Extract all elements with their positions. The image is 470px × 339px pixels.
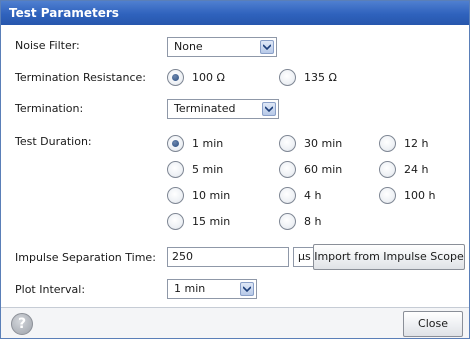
radio-circle[interactable] [167, 212, 184, 230]
radio-duration-label: 10 min [192, 188, 231, 202]
radio-duration-10-min[interactable]: 10 min [167, 185, 230, 205]
radio-135-ohm[interactable]: 135 Ω [279, 67, 337, 87]
close-button[interactable]: Close [403, 311, 463, 337]
chevron-down-icon[interactable] [260, 40, 274, 54]
termination-select[interactable]: Terminated [167, 99, 279, 119]
dialog-footer [1, 307, 469, 338]
radio-circle-selected[interactable] [167, 68, 184, 86]
radio-duration-60-min[interactable]: 60 min [279, 159, 342, 179]
radio-duration-4-h[interactable]: 4 h [279, 185, 321, 205]
test-duration-label: Test Duration: [15, 135, 92, 148]
radio-circle[interactable] [279, 212, 296, 230]
impulse-unit-value: μs [298, 250, 311, 263]
radio-duration-15-min[interactable]: 15 min [167, 211, 230, 231]
radio-100-ohm[interactable]: 100 Ω [167, 67, 225, 87]
radio-circle[interactable] [279, 134, 296, 152]
noise-filter-select[interactable]: None [167, 37, 277, 57]
noise-filter-value: None [174, 40, 203, 53]
radio-circle[interactable] [379, 186, 396, 204]
help-icon[interactable]: ? [11, 313, 33, 335]
radio-duration-30-min[interactable]: 30 min [279, 133, 342, 153]
radio-duration-label: 24 h [404, 162, 429, 176]
radio-duration-label: 5 min [192, 162, 224, 176]
radio-duration-1-min[interactable]: 1 min [167, 133, 223, 153]
radio-duration-label: 30 min [304, 136, 343, 150]
radio-duration-12-h[interactable]: 12 h [379, 133, 428, 153]
radio-duration-label: 100 h [404, 188, 436, 202]
dialog-title: Test Parameters [1, 1, 469, 25]
noise-filter-label: Noise Filter: [15, 39, 80, 52]
radio-circle[interactable] [379, 134, 396, 152]
radio-circle[interactable] [379, 160, 396, 178]
plot-interval-value: 1 min [174, 282, 206, 295]
impulse-separation-input[interactable]: 250 [167, 247, 289, 267]
chevron-down-icon[interactable] [240, 282, 254, 296]
termination-value: Terminated [174, 102, 236, 115]
test-parameters-dialog: Test Parameters Noise Filter: None Termi… [0, 0, 470, 339]
radio-duration-24-h[interactable]: 24 h [379, 159, 428, 179]
termination-resistance-label: Termination Resistance: [15, 71, 146, 84]
radio-duration-100-h[interactable]: 100 h [379, 185, 435, 205]
radio-circle[interactable] [279, 160, 296, 178]
chevron-down-icon[interactable] [262, 102, 276, 116]
radio-duration-8-h[interactable]: 8 h [279, 211, 321, 231]
radio-duration-label: 1 min [192, 136, 224, 150]
radio-duration-label: 12 h [404, 136, 429, 150]
radio-duration-label: 60 min [304, 162, 343, 176]
plot-interval-select[interactable]: 1 min [167, 279, 257, 299]
termination-label: Termination: [15, 102, 84, 115]
radio-duration-label: 15 min [192, 214, 231, 228]
radio-circle[interactable] [279, 68, 296, 86]
radio-duration-label: 4 h [304, 188, 322, 202]
radio-circle[interactable] [279, 186, 296, 204]
import-from-impulse-scope-button[interactable]: Import from Impulse Scope [313, 244, 465, 270]
radio-135-ohm-label: 135 Ω [304, 70, 337, 84]
radio-circle[interactable] [167, 160, 184, 178]
radio-duration-label: 8 h [304, 214, 322, 228]
radio-duration-5-min[interactable]: 5 min [167, 159, 223, 179]
radio-circle-selected[interactable] [167, 134, 184, 152]
radio-circle[interactable] [167, 186, 184, 204]
radio-100-ohm-label: 100 Ω [192, 70, 225, 84]
impulse-separation-label: Impulse Separation Time: [15, 251, 156, 264]
plot-interval-label: Plot Interval: [15, 283, 86, 296]
